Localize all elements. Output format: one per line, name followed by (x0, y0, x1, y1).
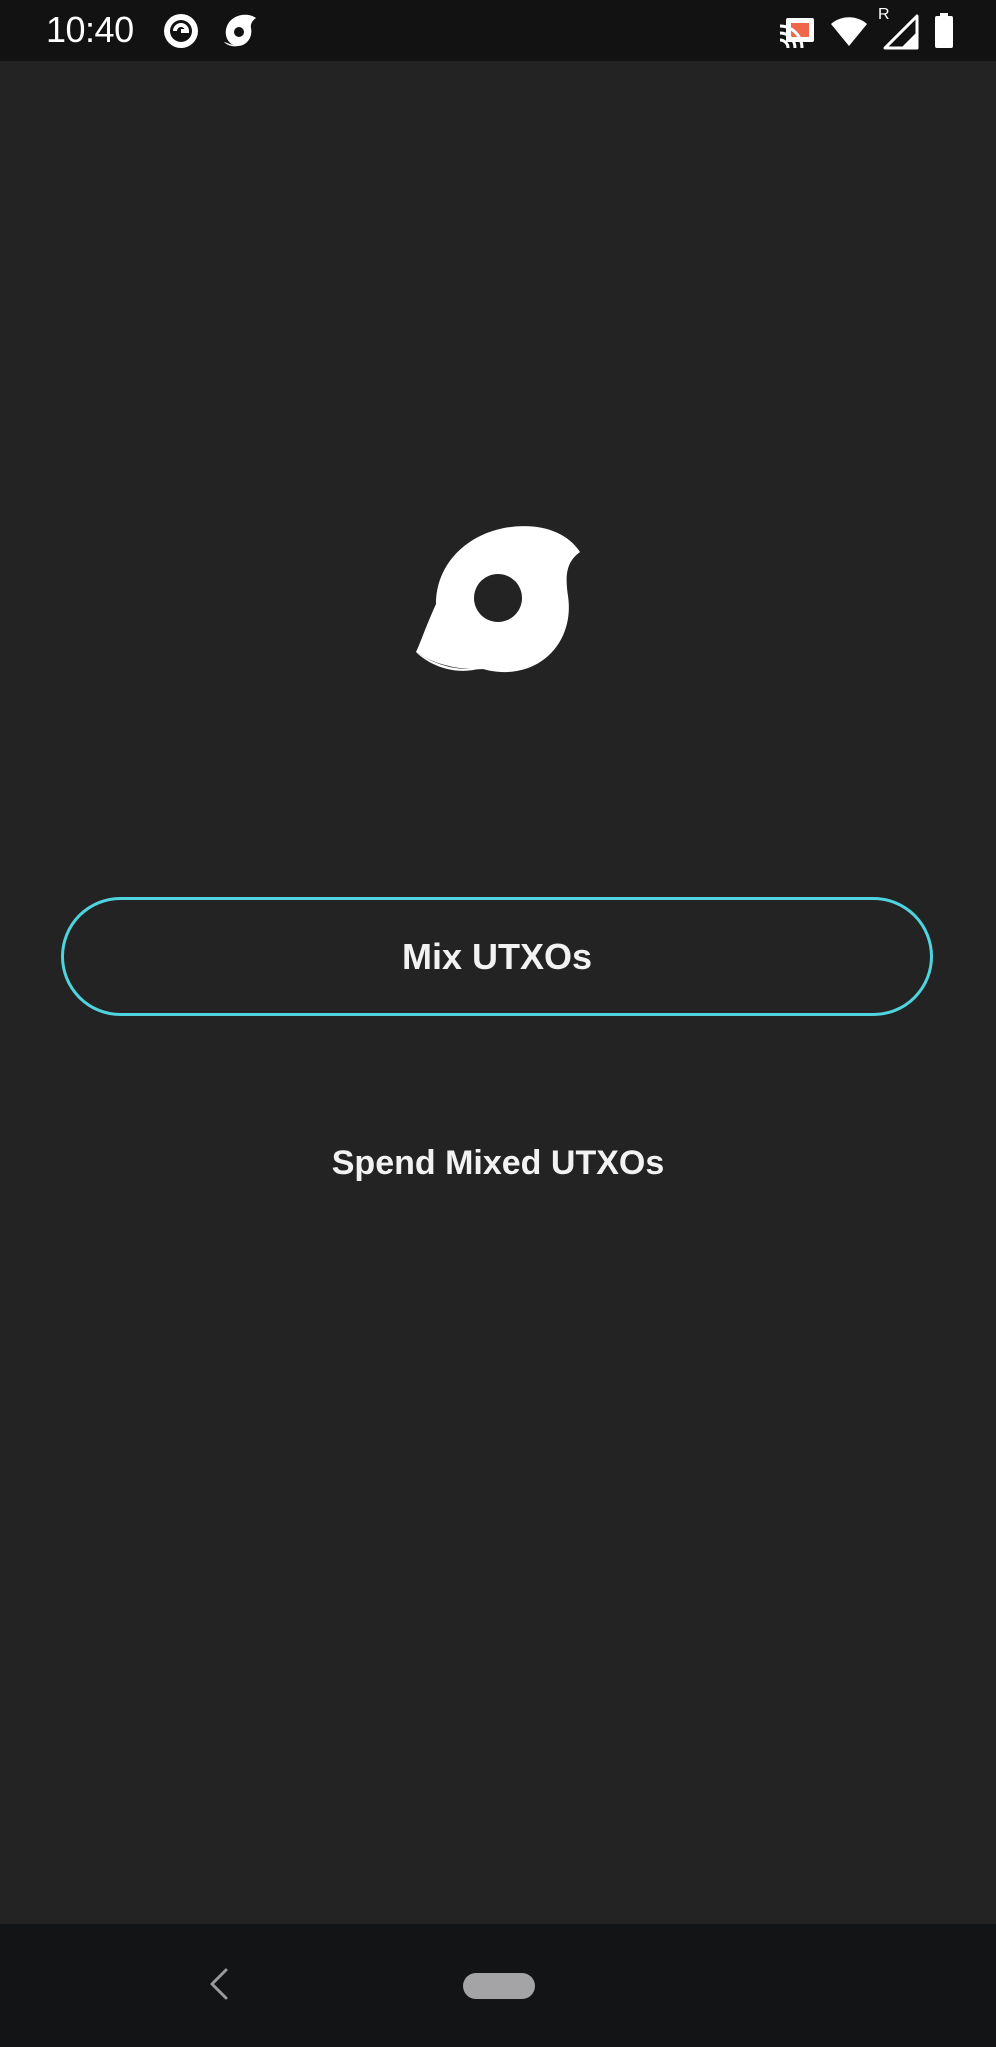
status-bar: 10:40 R (0, 0, 996, 61)
mix-utxos-button-label: Mix UTXOs (401, 935, 593, 977)
status-time: 10:40 (46, 9, 134, 50)
status-system-icons: R (778, 6, 954, 50)
cell-signal-roaming-icon: R (878, 6, 920, 50)
notification-whirlpool-icon (224, 14, 256, 47)
notification-app-icon (164, 14, 198, 48)
roaming-indicator: R (878, 6, 890, 23)
main-screen: Mix UTXOs Spend Mixed UTXOs (0, 61, 996, 1924)
cast-icon (779, 18, 814, 49)
back-chevron-icon[interactable] (200, 1964, 240, 2004)
mix-utxos-button[interactable]: Mix UTXOs (61, 897, 933, 1016)
home-pill-icon[interactable] (463, 1973, 535, 1999)
battery-icon (935, 13, 953, 48)
spend-mixed-utxos-button[interactable]: Spend Mixed UTXOs (280, 1131, 716, 1195)
wifi-icon (831, 17, 867, 46)
status-notification-icons (162, 12, 258, 50)
navigation-bar (0, 1924, 996, 2047)
whirlpool-logo-icon (416, 526, 580, 673)
